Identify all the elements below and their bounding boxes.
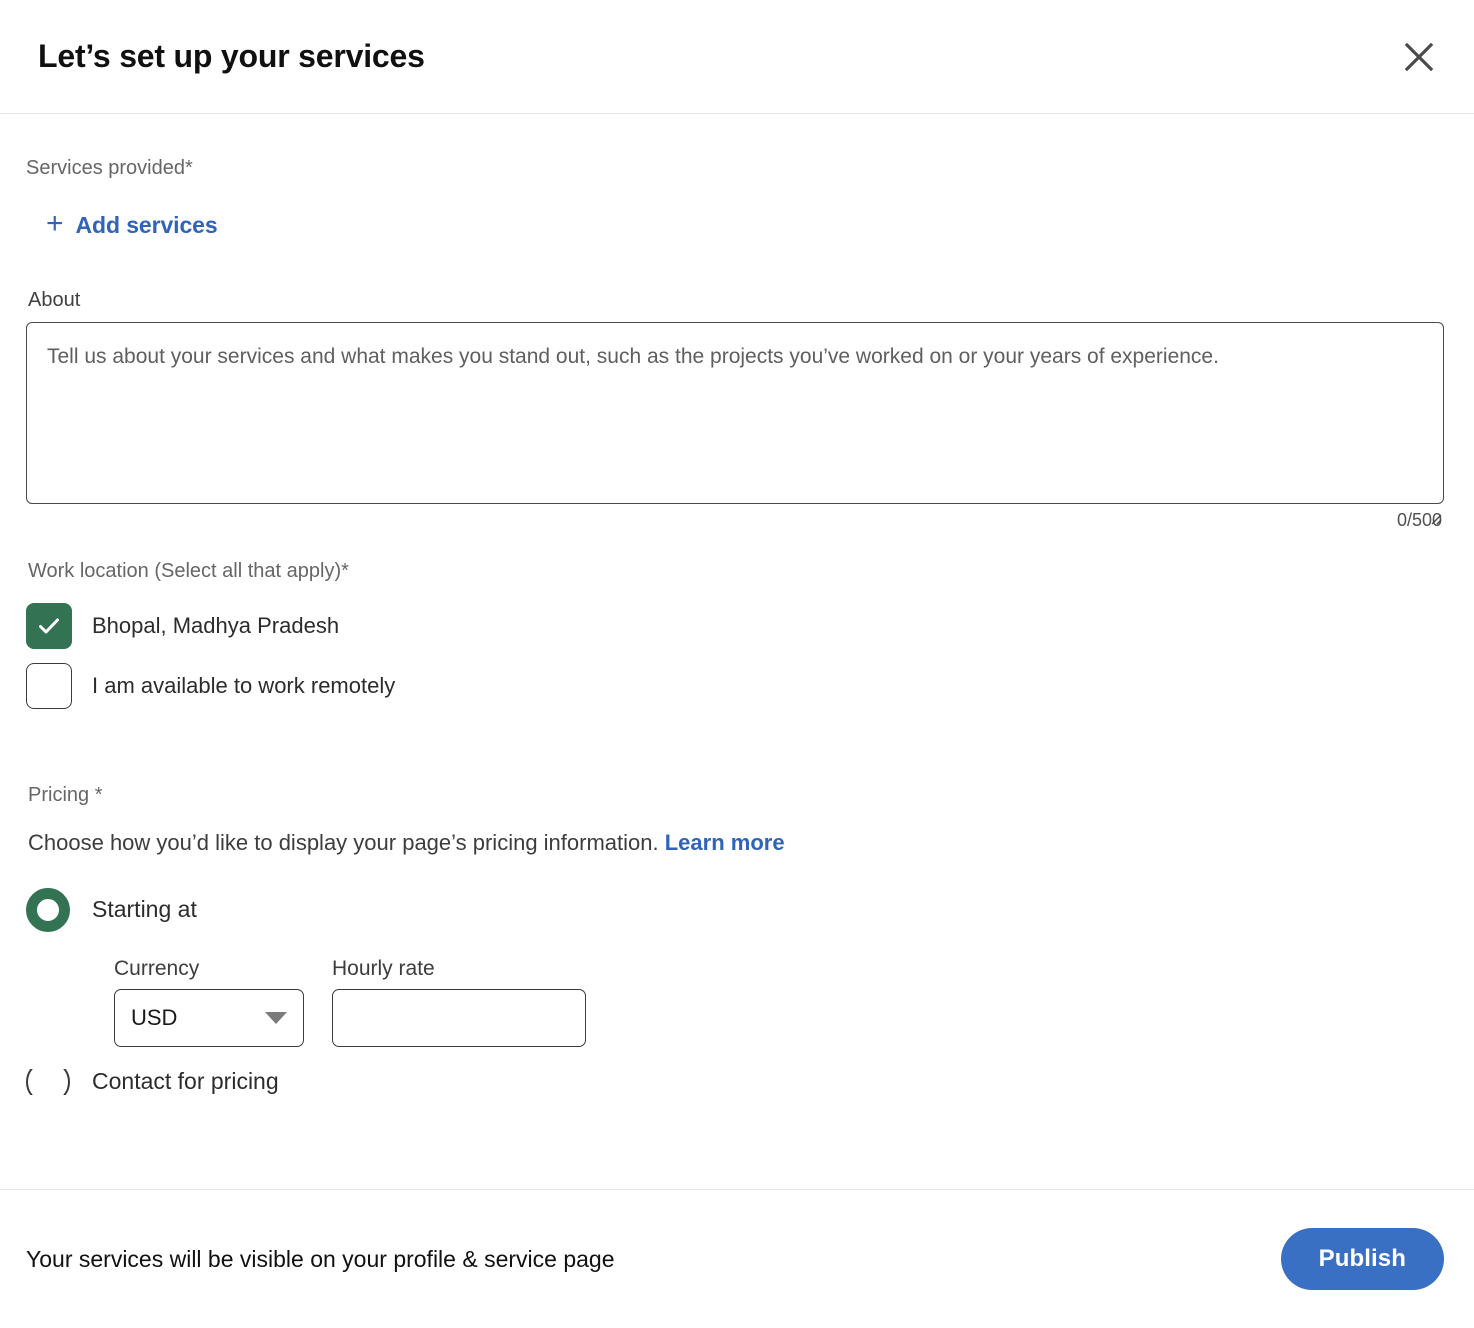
pricing-description: Choose how you’d like to display your pa…: [28, 829, 1448, 858]
currency-field-group: Currency USD: [114, 956, 304, 1047]
checkbox-row-remote[interactable]: I am available to work remotely: [26, 663, 395, 709]
currency-select[interactable]: USD: [114, 988, 304, 1047]
pricing-description-text: Choose how you’d like to display your pa…: [28, 830, 659, 855]
hourly-rate-field-group: Hourly rate: [332, 956, 586, 1047]
setup-services-modal: Let’s set up your services Services prov…: [0, 0, 1474, 1328]
currency-label: Currency: [114, 956, 200, 980]
checkbox-row-location[interactable]: Bhopal, Madhya Pradesh: [26, 603, 339, 649]
add-services-button[interactable]: + Add services: [40, 206, 224, 244]
radio-selected-icon[interactable]: [26, 887, 70, 932]
currency-value: USD: [131, 1004, 178, 1030]
checkbox-label-location: Bhopal, Madhya Pradesh: [92, 613, 340, 638]
modal-footer: Your services will be visible on your pr…: [0, 1190, 1474, 1328]
plus-icon: +: [46, 207, 64, 240]
character-counter: 0/500: [1396, 510, 1442, 530]
add-services-label: Add services: [75, 211, 218, 238]
page-title: Let’s set up your services: [38, 37, 425, 74]
modal-header: Let’s set up your services: [0, 0, 1474, 114]
about-field-wrap: 0/500: [26, 322, 1448, 531]
checkbox-unchecked-icon[interactable]: [26, 663, 72, 709]
radio-label-contact-for-pricing: Contact for pricing: [92, 1068, 279, 1095]
about-textarea[interactable]: [26, 322, 1444, 504]
checkbox-checked-icon[interactable]: [26, 603, 72, 649]
radio-row-starting-at[interactable]: Starting at: [26, 887, 197, 932]
services-provided-label: Services provided*: [26, 157, 193, 179]
learn-more-link[interactable]: Learn more: [665, 830, 785, 855]
publish-button[interactable]: Publish: [1280, 1228, 1444, 1290]
modal-scroll-area[interactable]: Services provided* + Add services About …: [0, 114, 1474, 1190]
chevron-down-icon: [265, 1011, 287, 1024]
work-location-label: Work location (Select all that apply)*: [28, 560, 349, 582]
radio-row-contact-for-pricing[interactable]: Contact for pricing: [26, 1068, 279, 1095]
footer-note: Your services will be visible on your pr…: [26, 1245, 615, 1272]
radio-unselected-icon[interactable]: [26, 1068, 70, 1095]
pricing-label: Pricing *: [28, 784, 103, 806]
close-icon: [1402, 40, 1436, 74]
radio-label-starting-at: Starting at: [92, 896, 197, 923]
hourly-rate-input[interactable]: [332, 988, 586, 1047]
about-label: About: [28, 289, 81, 311]
hourly-rate-label: Hourly rate: [332, 956, 435, 980]
close-button[interactable]: [1390, 28, 1448, 86]
checkbox-label-remote: I am available to work remotely: [92, 673, 396, 698]
pricing-inputs: Currency USD Hourly rate: [114, 956, 1448, 1047]
